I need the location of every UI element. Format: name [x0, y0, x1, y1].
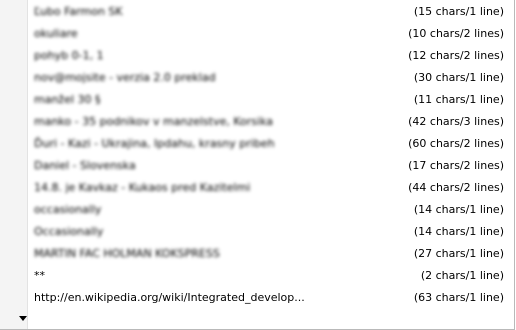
clipboard-item[interactable]: nov@mojsite - verzia 2.0 preklad (30 cha… — [28, 67, 504, 89]
clipboard-item-text: http://en.wikipedia.org/wiki/Integrated_… — [34, 291, 305, 304]
clipboard-item[interactable]: ** (2 chars/1 line) — [28, 265, 504, 287]
clipboard-item-info: (11 chars/1 line) — [413, 93, 504, 106]
clipboard-item[interactable]: Ďuri - Kazi - Ukrajina, Ipdahu, krasny p… — [28, 133, 504, 155]
scroll-down-arrow-icon[interactable] — [19, 316, 27, 321]
clipboard-item-info: (15 chars/1 line) — [413, 5, 504, 18]
clipboard-item-info: (44 chars/2 lines) — [408, 181, 504, 194]
clipboard-item-info: (27 chars/1 line) — [413, 247, 504, 260]
clipboard-item-text: ** — [34, 269, 45, 282]
clipboard-item-text: 14.8. je Kavkaz - Kukaos pred Kazitelmi — [34, 181, 251, 194]
clipboard-item-text: manžel 30 § — [34, 93, 101, 106]
clipboard-item-info: (17 chars/2 lines) — [408, 159, 504, 172]
clipboard-item-info: (2 chars/1 line) — [420, 269, 504, 282]
clipboard-item[interactable]: Ľubo Farmon SK (15 chars/1 line) — [28, 1, 504, 23]
clipboard-item[interactable]: Daniel - Slovenska (17 chars/2 lines) — [28, 155, 504, 177]
clipboard-item-list: Ľubo Farmon SK (15 chars/1 line) okuliar… — [28, 1, 504, 309]
clipboard-item-info: (60 chars/2 lines) — [408, 137, 504, 150]
clipboard-item-text: Ďuri - Kazi - Ukrajina, Ipdahu, krasny p… — [34, 137, 275, 150]
clipboard-item[interactable]: pohyb 0-1, 1 (12 chars/2 lines) — [28, 45, 504, 67]
clipboard-item-text: nov@mojsite - verzia 2.0 preklad — [34, 71, 216, 84]
clipboard-history-popup: Ľubo Farmon SK (15 chars/1 line) okuliar… — [0, 0, 515, 330]
clipboard-item[interactable]: manžel 30 § (11 chars/1 line) — [28, 89, 504, 111]
clipboard-item-info: (42 chars/3 lines) — [408, 115, 504, 128]
clipboard-item-text: okuliare — [34, 27, 78, 40]
clipboard-item-text: Daniel - Slovenska — [34, 159, 136, 172]
clipboard-item-info: (10 chars/2 lines) — [408, 27, 504, 40]
clipboard-item-text: manko - 35 podnikov v manzelstve, Korsik… — [34, 115, 273, 128]
clipboard-item[interactable]: Occasionally (14 chars/1 line) — [28, 221, 504, 243]
clipboard-item[interactable]: http://en.wikipedia.org/wiki/Integrated_… — [28, 287, 504, 309]
clipboard-item-info: (14 chars/1 line) — [413, 225, 504, 238]
clipboard-item-info: (12 chars/2 lines) — [408, 49, 504, 62]
clipboard-item-text: occasionally — [34, 203, 102, 216]
clipboard-item-info: (14 chars/1 line) — [413, 203, 504, 216]
clipboard-item-info: (63 chars/1 line) — [413, 291, 504, 304]
clipboard-item[interactable]: MARTIN FAC HOLMAN KOKSPRESS (27 chars/1 … — [28, 243, 504, 265]
popup-gutter — [0, 0, 28, 329]
clipboard-item[interactable]: 14.8. je Kavkaz - Kukaos pred Kazitelmi … — [28, 177, 504, 199]
clipboard-item-text: Ľubo Farmon SK — [34, 5, 123, 18]
clipboard-item[interactable]: manko - 35 podnikov v manzelstve, Korsik… — [28, 111, 504, 133]
clipboard-item[interactable]: okuliare (10 chars/2 lines) — [28, 23, 504, 45]
clipboard-item-info: (30 chars/1 line) — [413, 71, 504, 84]
clipboard-item-text: pohyb 0-1, 1 — [34, 49, 104, 62]
clipboard-item[interactable]: occasionally (14 chars/1 line) — [28, 199, 504, 221]
clipboard-item-text: MARTIN FAC HOLMAN KOKSPRESS — [34, 247, 220, 260]
clipboard-item-text: Occasionally — [34, 225, 104, 238]
